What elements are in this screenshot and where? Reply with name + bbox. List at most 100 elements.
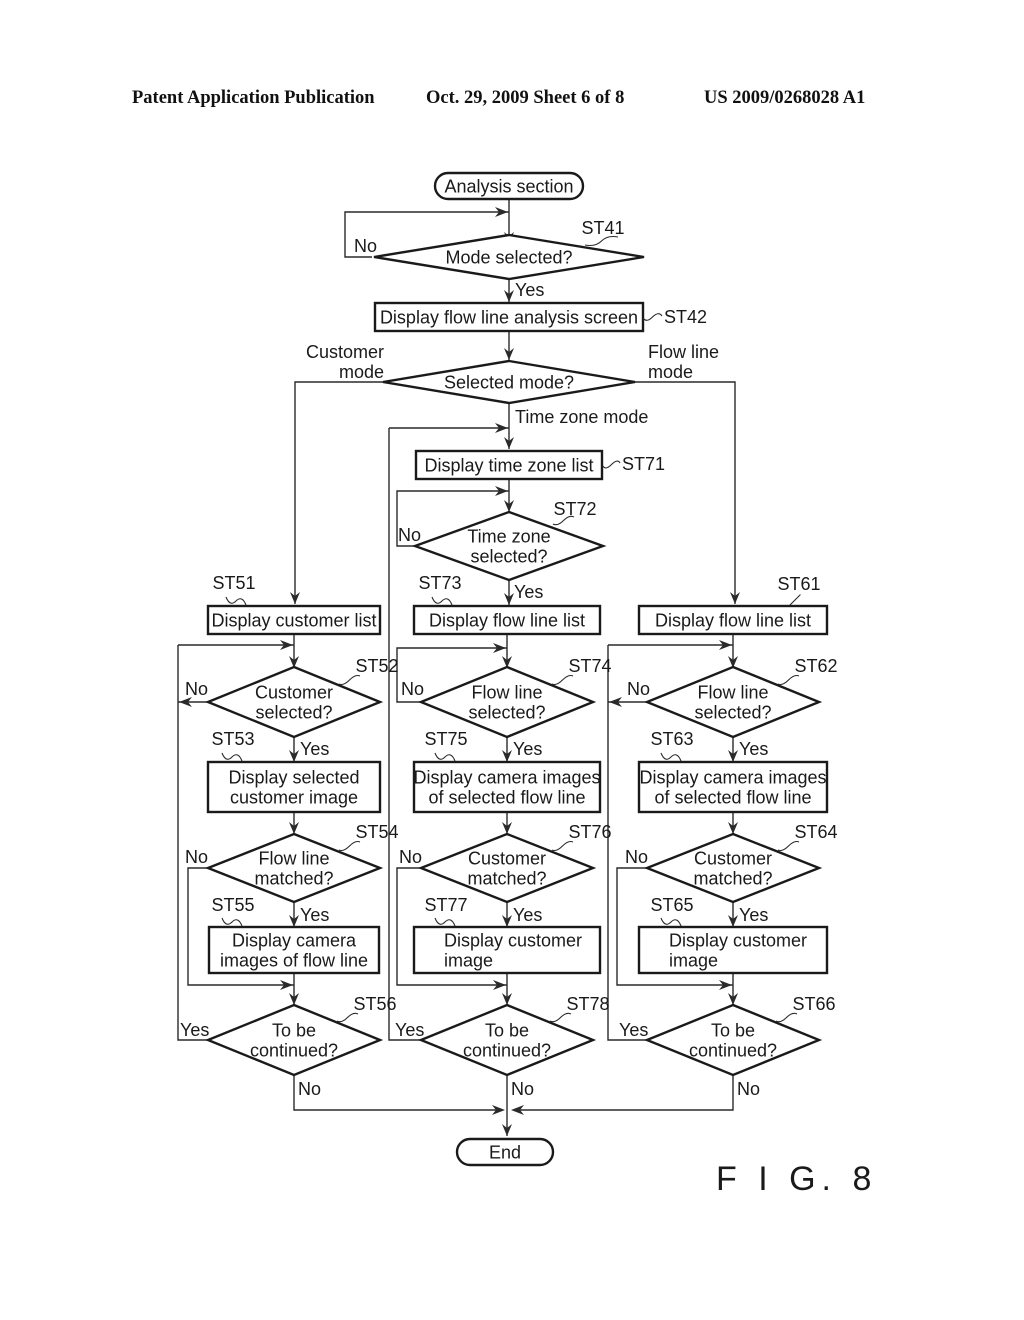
yes-label: Yes (739, 905, 768, 925)
customer-mode-label: Customer (306, 342, 384, 362)
connector-line (293, 1075, 498, 1111)
no-label: No (737, 1079, 760, 1099)
no-label: No (298, 1079, 321, 1099)
step-number-st62: ST62 (794, 656, 837, 676)
step-number-st78: ST78 (566, 994, 609, 1014)
yes-label: Yes (513, 905, 542, 925)
process-text: Display customer list (211, 610, 376, 630)
no-label: No (398, 525, 421, 545)
step-number-st65: ST65 (650, 895, 693, 915)
yes-label: Yes (300, 905, 329, 925)
step-leader-line (549, 1012, 572, 1023)
decision-text: continued? (689, 1040, 777, 1060)
step-number-st55: ST55 (211, 895, 254, 915)
process-text: images of flow line (220, 950, 368, 970)
step-leader-line (225, 596, 247, 606)
step-number-st52: ST52 (355, 656, 398, 676)
decision-text: selected? (470, 546, 547, 566)
step-leader-line (660, 917, 682, 927)
step-leader-line (336, 1012, 359, 1023)
process-text: image (444, 950, 493, 970)
flow-line-mode-label: mode (648, 362, 693, 382)
no-label: No (511, 1079, 534, 1099)
connector-line (607, 645, 647, 1041)
connector-line (635, 381, 736, 604)
step-leader-line (602, 460, 621, 469)
flow-line-mode-label: Flow line (648, 342, 719, 362)
decision-text: Mode selected? (445, 247, 572, 267)
flowchart-shapes: Analysis section Mode selected? ST41 Displa… (204, 171, 838, 1167)
decision-text: To be (485, 1021, 529, 1041)
process-text: customer image (230, 787, 358, 807)
connector-line (516, 1075, 734, 1111)
no-label: No (185, 679, 208, 699)
no-label: No (625, 847, 648, 867)
step-number-st71: ST71 (622, 454, 665, 474)
process-text: Display flow line list (429, 610, 585, 630)
process-text: Display camera images (639, 768, 826, 788)
decision-text: To be (272, 1021, 316, 1041)
no-label: No (401, 679, 424, 699)
no-label: No (185, 847, 208, 867)
step-number-st77: ST77 (424, 895, 467, 915)
decision-text: Customer (694, 849, 772, 869)
decision-text: Selected mode? (444, 372, 574, 392)
decision-text: continued? (463, 1040, 551, 1060)
decision-text: Time zone (467, 527, 550, 547)
step-leader-line (221, 917, 243, 927)
no-label: No (399, 847, 422, 867)
step-number-st51: ST51 (212, 573, 255, 593)
step-number-st75: ST75 (424, 729, 467, 749)
decision-text: selected? (468, 702, 545, 722)
step-number-st74: ST74 (568, 656, 611, 676)
step-number-st53: ST53 (211, 729, 254, 749)
process-text: Display customer (444, 931, 582, 951)
step-number-st63: ST63 (650, 729, 693, 749)
step-leader-line (338, 674, 361, 686)
decision-text: Flow line (471, 683, 542, 703)
flowchart-diagram: Analysis section Mode selected? ST41 Displa… (177, 171, 877, 1198)
step-leader-line (431, 596, 453, 606)
step-leader-line (642, 313, 663, 321)
figure-label: F I G. 8 (716, 1160, 877, 1198)
process-text: of selected flow line (428, 787, 585, 807)
decision-text: matched? (467, 868, 546, 888)
process-text: Display flow line analysis screen (380, 307, 638, 327)
yes-label: Yes (514, 582, 543, 602)
connector-line (294, 381, 383, 604)
step-number-st72: ST72 (553, 499, 596, 519)
process-text: Display camera (232, 931, 357, 951)
step-leader-line (434, 917, 456, 927)
yes-label: Yes (300, 739, 329, 759)
decision-text: Customer (255, 683, 333, 703)
step-leader-line (551, 840, 574, 852)
step-leader-line (660, 752, 682, 762)
decision-text: matched? (254, 868, 333, 888)
start-terminal-text: Analysis section (444, 177, 573, 197)
yes-label: Yes (513, 739, 542, 759)
yes-label: Yes (619, 1020, 648, 1040)
customer-mode-label: mode (339, 362, 384, 382)
process-text: Display camera images (413, 768, 600, 788)
decision-text: To be (711, 1021, 755, 1041)
step-leader-line (777, 674, 800, 686)
step-leader-line (551, 674, 574, 686)
decision-text: Flow line (697, 683, 768, 703)
decision-text: Flow line (258, 849, 329, 869)
decision-text: matched? (693, 868, 772, 888)
process-text: of selected flow line (654, 787, 811, 807)
end-terminal-text: End (489, 1143, 521, 1163)
step-leader-line (789, 594, 801, 606)
yes-label: Yes (180, 1020, 209, 1040)
no-label: No (354, 236, 377, 256)
step-leader-line (338, 840, 361, 852)
step-leader-line (777, 840, 800, 852)
process-text: Display flow line list (655, 610, 811, 630)
connector-line (177, 645, 208, 1041)
step-number-st76: ST76 (568, 822, 611, 842)
step-number-st42: ST42 (664, 307, 707, 327)
process-text: image (669, 950, 718, 970)
connector-lines (177, 199, 740, 1136)
step-number-st73: ST73 (418, 573, 461, 593)
yes-label: Yes (739, 739, 768, 759)
